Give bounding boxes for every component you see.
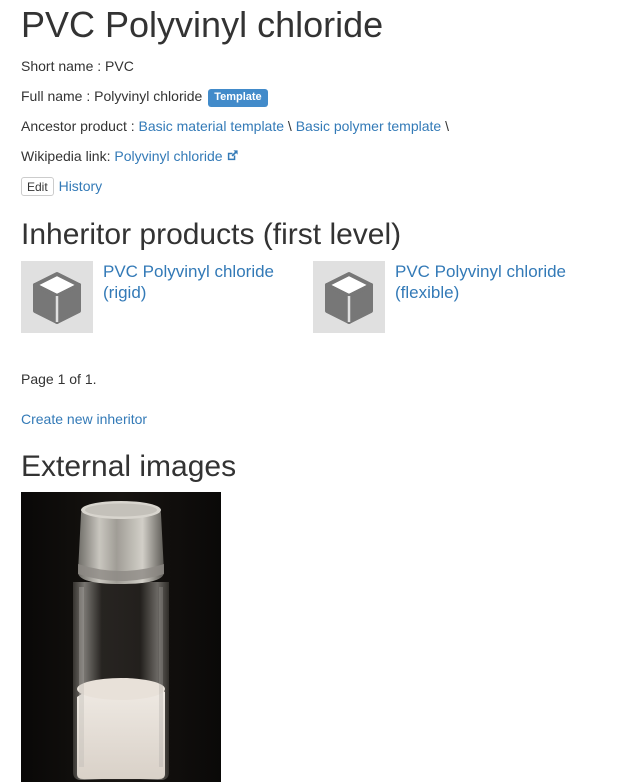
short-name-value: PVC xyxy=(105,58,134,74)
edit-button[interactable]: Edit xyxy=(21,177,54,196)
inheritor-link-rigid[interactable]: PVC Polyvinyl chloride (rigid) xyxy=(103,261,303,303)
inheritor-card-flexible[interactable]: PVC Polyvinyl chloride (flexible) xyxy=(313,261,593,333)
full-name-row: Full name : Polyvinyl chloride Template xyxy=(21,86,268,107)
template-badge: Template xyxy=(208,89,268,107)
short-name-label: Short name : xyxy=(21,58,106,74)
ancestor-row: Ancestor product : Basic material templa… xyxy=(21,116,449,136)
ancestor-separator: \ xyxy=(284,118,296,134)
product-thumbnail[interactable] xyxy=(313,261,385,333)
full-name-value: Polyvinyl chloride xyxy=(94,88,203,104)
external-image-photo[interactable] xyxy=(21,492,221,782)
ancestor-trailing-separator: \ xyxy=(441,118,449,134)
wikipedia-row: Wikipedia link: Polyvinyl chloride xyxy=(21,146,239,166)
ancestor-link-basic-polymer[interactable]: Basic polymer template xyxy=(296,118,442,134)
wikipedia-label: Wikipedia link: xyxy=(21,148,115,164)
external-images-title: External images xyxy=(21,450,237,483)
wikipedia-link[interactable]: Polyvinyl chloride xyxy=(114,148,238,164)
short-name-row: Short name : PVC xyxy=(21,56,134,76)
inheritor-link-flexible[interactable]: PVC Polyvinyl chloride (flexible) xyxy=(395,261,595,303)
ancestor-label: Ancestor product : xyxy=(21,118,139,134)
cube-icon xyxy=(325,272,373,324)
actions-row: Edit History xyxy=(21,176,102,196)
full-name-label: Full name : xyxy=(21,88,95,104)
pagination-text: Page 1 of 1. xyxy=(21,371,97,387)
history-link[interactable]: History xyxy=(59,178,103,194)
product-thumbnail[interactable] xyxy=(21,261,93,333)
inheritor-section-title: Inheritor products (first level) xyxy=(21,218,402,251)
wikipedia-link-text: Polyvinyl chloride xyxy=(114,148,223,164)
page-title: PVC Polyvinyl chloride xyxy=(21,4,384,45)
external-link-icon xyxy=(227,150,238,161)
cube-icon xyxy=(33,272,81,324)
vial-photo-image xyxy=(21,492,221,782)
inheritor-card-rigid[interactable]: PVC Polyvinyl chloride (rigid) xyxy=(21,261,301,333)
ancestor-link-basic-material[interactable]: Basic material template xyxy=(139,118,285,134)
create-inheritor-link[interactable]: Create new inheritor xyxy=(21,409,147,429)
